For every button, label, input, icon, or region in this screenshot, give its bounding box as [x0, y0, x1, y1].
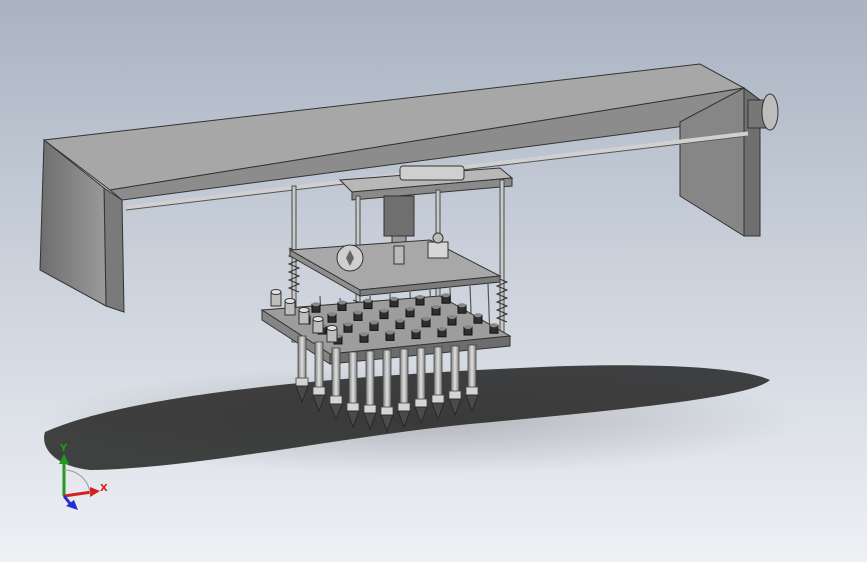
x-axis-arrow: [63, 490, 93, 498]
cad-viewport[interactable]: Y X: [0, 0, 867, 562]
triad-arc: [63, 469, 91, 495]
y-axis-arrowhead: [59, 454, 69, 464]
y-axis-label: Y: [60, 443, 68, 454]
x-axis-label: X: [100, 483, 108, 494]
orientation-triad: [59, 454, 100, 510]
x-axis-arrowhead: [90, 487, 100, 497]
